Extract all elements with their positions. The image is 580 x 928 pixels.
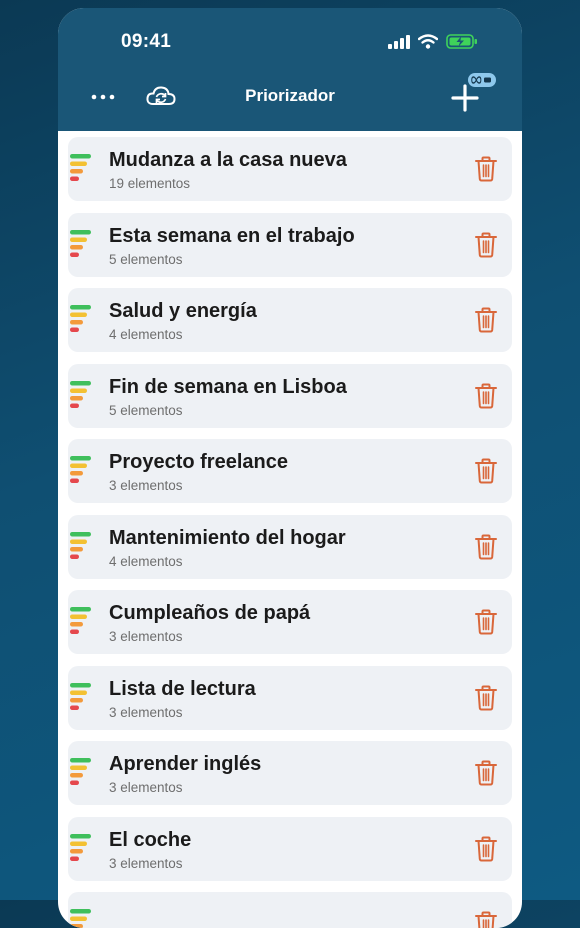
delete-list-button[interactable] <box>474 307 498 333</box>
list-title: El coche <box>109 828 192 851</box>
list-item[interactable]: Mantenimiento del hogar 4 elementos <box>68 514 512 579</box>
delete-list-button[interactable] <box>474 232 498 258</box>
priority-bars-icon <box>70 229 91 257</box>
priority-bars-icon <box>70 531 91 559</box>
battery-charging-icon <box>446 34 477 49</box>
delete-list-button[interactable] <box>474 458 498 484</box>
priority-bars-icon <box>70 758 91 785</box>
priority-bars-icon <box>70 456 91 483</box>
list-title: Esta semana en el trabajo <box>109 224 355 247</box>
list-item-count: 3 elementos <box>109 629 183 644</box>
delete-list-button[interactable] <box>474 760 498 786</box>
delete-list-button[interactable] <box>474 911 498 928</box>
infinity-badge-icon <box>468 73 496 87</box>
priority-bars-icon <box>70 380 91 408</box>
list-item-count: 3 elementos <box>109 704 183 720</box>
list-item[interactable]: Proyecto freelance 3 elementos <box>68 439 512 503</box>
priority-bars-icon <box>70 305 91 332</box>
list-title: Cumpleaños de papá <box>109 602 311 624</box>
nav-header: 09:41 Priorizador <box>58 8 522 131</box>
list-item[interactable]: Cumpleaños de papá 3 elementos <box>68 590 512 654</box>
list-item-count: 3 elementos <box>109 780 183 795</box>
delete-list-button[interactable] <box>474 383 498 409</box>
list-item[interactable] <box>68 892 512 928</box>
list-title: Fin de semana en Lisboa <box>109 375 347 398</box>
delete-list-button[interactable] <box>474 685 498 711</box>
list-title: Mudanza a la casa nueva <box>109 149 347 171</box>
list-item-count: 19 elementos <box>109 176 191 191</box>
list-item[interactable]: El coche 3 elementos <box>68 816 512 881</box>
list-item-count: 5 elementos <box>109 251 183 267</box>
list-item[interactable]: Mudanza a la casa nueva 19 elementos <box>68 137 512 201</box>
priority-bars-icon <box>70 909 91 928</box>
list-title: Lista de lectura <box>109 677 256 700</box>
status-icons <box>388 34 478 49</box>
add-list-button[interactable] <box>450 83 480 113</box>
list-title: Mantenimiento del hogar <box>109 526 346 549</box>
wifi-icon <box>418 34 438 49</box>
list-item-count: 4 elementos <box>109 553 183 569</box>
priority-lists: Mudanza a la casa nueva 19 elementos Esta … <box>68 137 512 928</box>
list-item-count: 4 elementos <box>109 327 183 342</box>
status-time: 09:41 <box>121 31 172 52</box>
delete-list-button[interactable] <box>474 609 498 635</box>
list-title: Aprender inglés <box>109 753 262 775</box>
delete-list-button[interactable] <box>474 156 498 182</box>
priority-bars-icon <box>70 607 91 634</box>
delete-list-button[interactable] <box>474 534 498 560</box>
priority-bars-icon <box>70 833 91 861</box>
list-item[interactable]: Salud y energía 4 elementos <box>68 288 512 352</box>
list-item[interactable]: Esta semana en el trabajo 5 elementos <box>68 212 512 277</box>
list-title: Proyecto freelance <box>109 451 288 473</box>
signal-icon <box>388 34 410 49</box>
list-item-count: 3 elementos <box>109 478 183 493</box>
list-item-count: 5 elementos <box>109 402 183 418</box>
list-item-count: 3 elementos <box>109 855 183 871</box>
priority-bars-icon <box>70 154 91 181</box>
delete-list-button[interactable] <box>474 836 498 862</box>
list-item[interactable]: Aprender inglés 3 elementos <box>68 741 512 805</box>
list-title: Salud y energía <box>109 300 257 322</box>
list-item[interactable]: Fin de semana en Lisboa 5 elementos <box>68 363 512 428</box>
phone-screen: 09:41 Priorizador Mudanza a la casa nuev… <box>58 8 522 928</box>
priority-bars-icon <box>70 682 91 710</box>
list-item[interactable]: Lista de lectura 3 elementos <box>68 665 512 730</box>
